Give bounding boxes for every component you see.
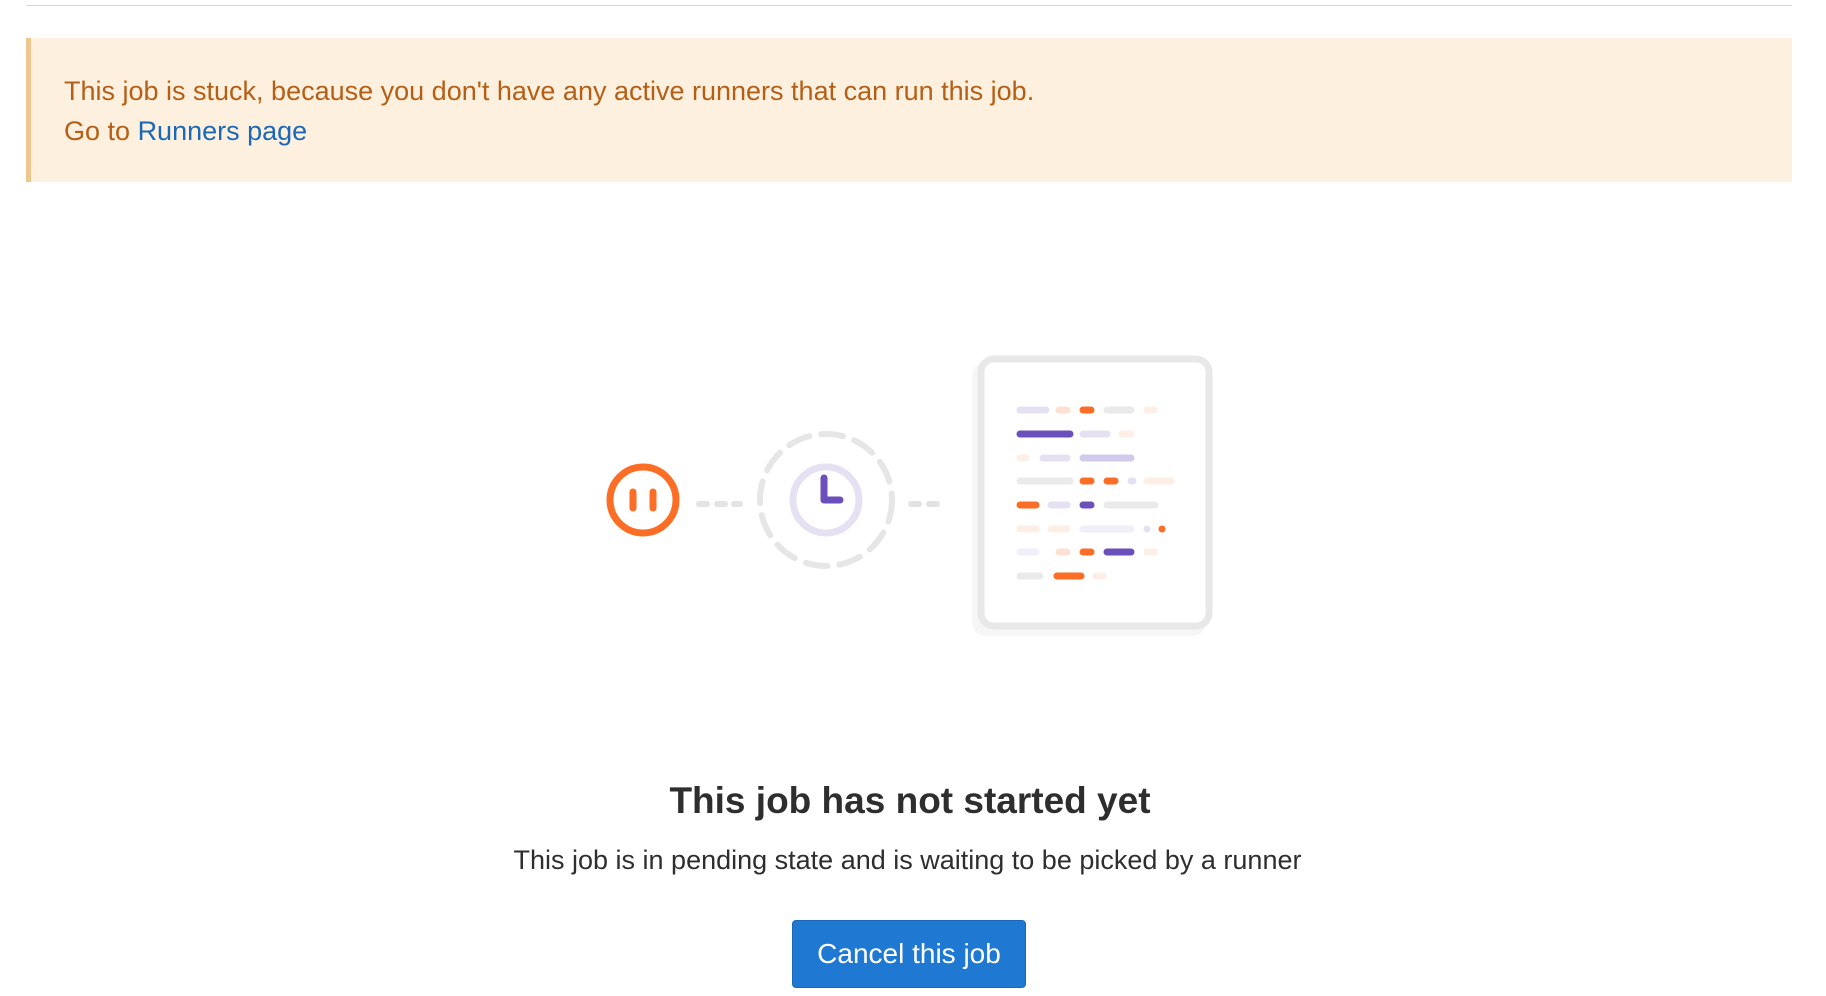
runners-link-line: Go to Runners page [64,111,1792,151]
stuck-job-alert: This job is stuck, because you don't hav… [26,38,1792,182]
runners-page-link[interactable]: Runners page [138,116,308,146]
stuck-alert-message: This job is stuck, because you don't hav… [64,76,1035,106]
clock-icon [757,431,895,569]
empty-state-description: This job is in pending state and is wait… [513,845,1302,875]
job-log-document-icon [972,355,1213,636]
pending-job-illustration [606,355,1213,636]
runners-link-prefix: Go to [64,116,131,146]
cancel-job-button[interactable]: Cancel this job [792,920,1026,988]
pause-icon [606,463,680,537]
empty-state-title: This job has not started yet [669,780,1151,821]
top-divider [26,5,1792,6]
